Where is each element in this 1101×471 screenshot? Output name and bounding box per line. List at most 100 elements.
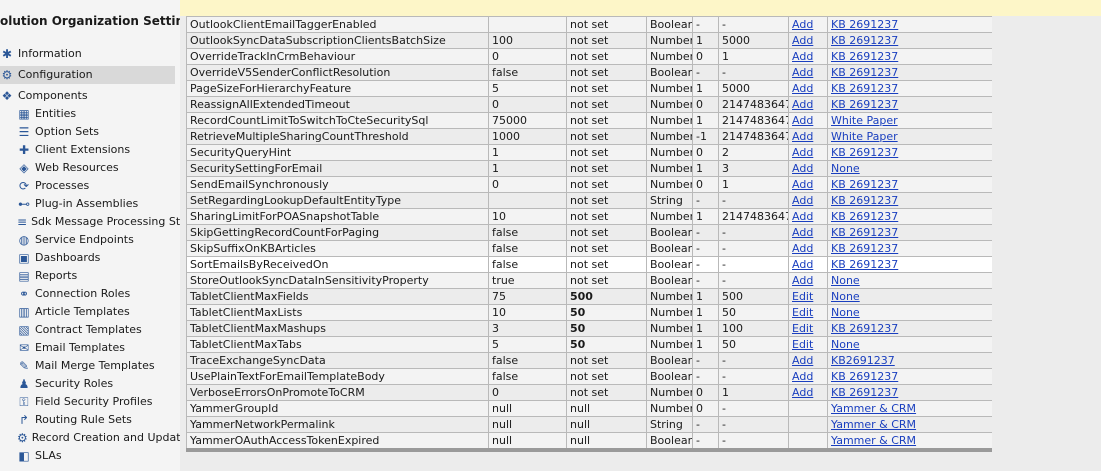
documentation-link[interactable]: KB 2691237 xyxy=(831,178,898,191)
sidebar-item-contract-templates[interactable]: ▧ Contract Templates xyxy=(17,321,175,339)
edit-setting-link[interactable]: Add xyxy=(792,210,813,223)
documentation-link[interactable]: Yammer & CRM xyxy=(831,402,916,415)
documentation-link[interactable]: KB 2691237 xyxy=(831,66,898,79)
documentation-link[interactable]: KB 2691237 xyxy=(831,50,898,63)
info-link[interactable]: KB 2691237 xyxy=(827,384,992,401)
info-link[interactable]: KB 2691237 xyxy=(827,320,992,337)
edit-setting-link[interactable]: Add xyxy=(792,370,813,383)
action-link[interactable]: Add xyxy=(788,240,828,257)
action-link[interactable]: Add xyxy=(788,64,828,81)
action-link[interactable]: Add xyxy=(788,16,828,33)
edit-setting-link[interactable]: Edit xyxy=(792,290,813,303)
sidebar-item-plug-in-assemblies[interactable]: ⊷ Plug-in Assemblies xyxy=(17,195,175,213)
sidebar-item-routing-rule-sets[interactable]: ↱ Routing Rule Sets xyxy=(17,411,175,429)
edit-setting-link[interactable]: Edit xyxy=(792,338,813,351)
documentation-link[interactable]: KB 2691237 xyxy=(831,242,898,255)
documentation-link[interactable]: White Paper xyxy=(831,130,898,143)
documentation-link[interactable]: KB 2691237 xyxy=(831,34,898,47)
action-link[interactable]: Add xyxy=(788,272,828,289)
sidebar-item-security-roles[interactable]: ♟ Security Roles xyxy=(17,375,175,393)
action-link[interactable]: Edit xyxy=(788,304,828,321)
sidebar-item-slas[interactable]: ◧ SLAs xyxy=(17,447,175,465)
info-link[interactable]: KB 2691237 xyxy=(827,176,992,193)
edit-setting-link[interactable]: Add xyxy=(792,354,813,367)
action-link[interactable]: Add xyxy=(788,96,828,113)
documentation-link[interactable]: KB 2691237 xyxy=(831,82,898,95)
edit-setting-link[interactable]: Edit xyxy=(792,306,813,319)
documentation-link[interactable]: White Paper xyxy=(831,114,898,127)
sidebar-item-article-templates[interactable]: ▥ Article Templates xyxy=(17,303,175,321)
sidebar-item-record-creation-and-updat[interactable]: ⚙ Record Creation and Updat... xyxy=(17,429,180,447)
sidebar-item-components[interactable]: ❖ Components xyxy=(0,87,175,105)
documentation-link[interactable]: None xyxy=(831,338,860,351)
splitter-grip-icon[interactable]: ⋮ xyxy=(176,256,180,272)
documentation-link[interactable]: KB 2691237 xyxy=(831,322,898,335)
info-link[interactable]: None xyxy=(827,304,992,321)
documentation-link[interactable]: KB 2691237 xyxy=(831,258,898,271)
info-link[interactable]: KB 2691237 xyxy=(827,240,992,257)
action-link[interactable]: Add xyxy=(788,32,828,49)
edit-setting-link[interactable]: Add xyxy=(792,274,813,287)
action-link[interactable]: Add xyxy=(788,352,828,369)
action-link[interactable]: Add xyxy=(788,176,828,193)
sidebar-item-web-resources[interactable]: ◈ Web Resources xyxy=(17,159,175,177)
info-link[interactable]: KB 2691237 xyxy=(827,80,992,97)
info-link[interactable]: Yammer & CRM xyxy=(827,400,992,417)
info-link[interactable]: None xyxy=(827,160,992,177)
action-link[interactable]: Add xyxy=(788,368,828,385)
documentation-link[interactable]: KB 2691237 xyxy=(831,386,898,399)
edit-setting-link[interactable]: Add xyxy=(792,98,813,111)
action-link[interactable]: Add xyxy=(788,80,828,97)
action-link[interactable]: Add xyxy=(788,128,828,145)
documentation-link[interactable]: None xyxy=(831,274,860,287)
documentation-link[interactable]: None xyxy=(831,306,860,319)
info-link[interactable]: None xyxy=(827,272,992,289)
edit-setting-link[interactable]: Add xyxy=(792,242,813,255)
documentation-link[interactable]: KB 2691237 xyxy=(831,18,898,31)
documentation-link[interactable]: Yammer & CRM xyxy=(831,418,916,431)
documentation-link[interactable]: KB2691237 xyxy=(831,354,895,367)
sidebar-item-client-extensions[interactable]: ✚ Client Extensions xyxy=(17,141,175,159)
edit-setting-link[interactable]: Add xyxy=(792,194,813,207)
documentation-link[interactable]: KB 2691237 xyxy=(831,98,898,111)
documentation-link[interactable]: KB 2691237 xyxy=(831,210,898,223)
sidebar-item-field-security-profiles[interactable]: ⚿ Field Security Profiles xyxy=(17,393,175,411)
edit-setting-link[interactable]: Add xyxy=(792,226,813,239)
sidebar-item-reports[interactable]: ▤ Reports xyxy=(17,267,175,285)
sidebar-item-mail-merge-templates[interactable]: ✎ Mail Merge Templates xyxy=(17,357,175,375)
info-link[interactable]: Yammer & CRM xyxy=(827,416,992,433)
sidebar-item-entities[interactable]: ▦ Entities xyxy=(17,105,175,123)
sidebar-item-option-sets[interactable]: ☰ Option Sets xyxy=(17,123,175,141)
action-link[interactable]: Add xyxy=(788,144,828,161)
edit-setting-link[interactable]: Add xyxy=(792,258,813,271)
edit-setting-link[interactable]: Add xyxy=(792,130,813,143)
documentation-link[interactable]: KB 2691237 xyxy=(831,194,898,207)
info-link[interactable]: KB 2691237 xyxy=(827,208,992,225)
edit-setting-link[interactable]: Add xyxy=(792,178,813,191)
sidebar-item-dashboards[interactable]: ▣ Dashboards xyxy=(17,249,175,267)
action-link[interactable]: Edit xyxy=(788,336,828,353)
info-link[interactable]: White Paper xyxy=(827,128,992,145)
info-link[interactable]: KB 2691237 xyxy=(827,96,992,113)
action-link[interactable]: Edit xyxy=(788,288,828,305)
documentation-link[interactable]: None xyxy=(831,290,860,303)
documentation-link[interactable]: KB 2691237 xyxy=(831,370,898,383)
info-link[interactable]: KB 2691237 xyxy=(827,48,992,65)
info-link[interactable]: KB 2691237 xyxy=(827,32,992,49)
info-link[interactable]: KB 2691237 xyxy=(827,192,992,209)
edit-setting-link[interactable]: Add xyxy=(792,114,813,127)
sidebar-item-processes[interactable]: ⟳ Processes xyxy=(17,177,175,195)
edit-setting-link[interactable]: Edit xyxy=(792,322,813,335)
info-link[interactable]: KB2691237 xyxy=(827,352,992,369)
info-link[interactable]: KB 2691237 xyxy=(827,368,992,385)
sidebar-item-service-endpoints[interactable]: ◍ Service Endpoints xyxy=(17,231,175,249)
info-link[interactable]: None xyxy=(827,336,992,353)
action-link[interactable]: Add xyxy=(788,224,828,241)
action-link[interactable]: Add xyxy=(788,208,828,225)
edit-setting-link[interactable]: Add xyxy=(792,18,813,31)
info-link[interactable]: KB 2691237 xyxy=(827,16,992,33)
documentation-link[interactable]: KB 2691237 xyxy=(831,226,898,239)
edit-setting-link[interactable]: Add xyxy=(792,146,813,159)
action-link[interactable]: Add xyxy=(788,112,828,129)
sidebar-item-information[interactable]: ✱ Information xyxy=(0,45,175,63)
